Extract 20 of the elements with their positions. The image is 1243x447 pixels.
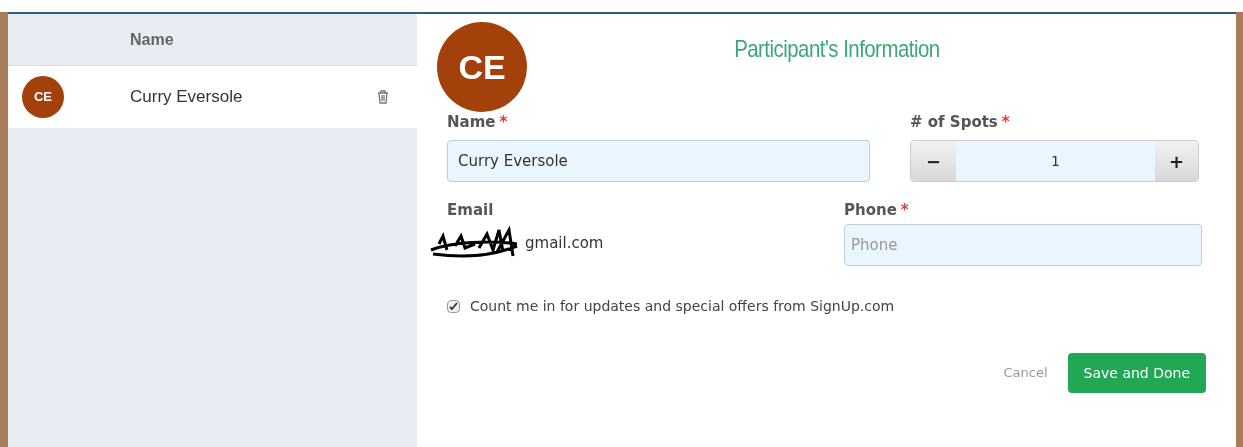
participant-row[interactable]: CE Curry Eversole [8,66,417,128]
required-mark: * [900,199,909,221]
field-label: Phone [844,199,897,221]
check-icon [449,302,458,311]
required-mark: * [1001,111,1010,133]
checkbox-label: Count me in for updates and special offers from SignUp.com [470,297,895,316]
field-label: Email [447,199,494,221]
checkbox[interactable] [447,300,460,313]
column-header: Name [130,29,174,50]
participant-name: Curry Eversole [130,86,243,109]
form-title: Participant's Information [733,34,940,64]
avatar: CE [22,76,64,118]
field-label: # of Spots [910,111,998,133]
required-mark: * [499,111,508,133]
field-label: Name [447,111,496,133]
phone-field[interactable]: Phone [844,224,1202,266]
email-text: gmail.com [525,232,604,254]
name-field[interactable]: Curry Eversole [447,140,870,182]
trash-icon[interactable] [377,90,389,104]
avatar: CE [437,22,527,112]
